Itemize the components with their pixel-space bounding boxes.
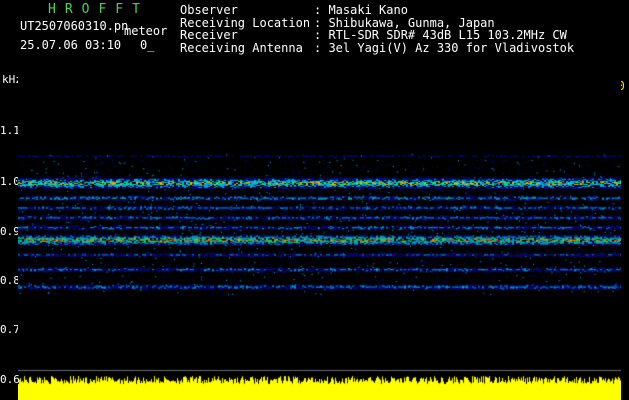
- frequency-label: 0.7: [0, 323, 20, 336]
- amplitude-trace: [18, 373, 621, 400]
- info-value: : RTL-SDR SDR# 43dB L15 103.2MHz CW: [314, 28, 567, 42]
- info-key: Observer: [180, 3, 238, 17]
- meteor-count: 0_: [140, 38, 155, 52]
- spectrogram-canvas: [18, 74, 621, 374]
- frequency-label: 0.9: [0, 225, 20, 238]
- info-key: Receiving Antenna: [180, 40, 303, 55]
- meteor-label: meteor: [124, 24, 168, 38]
- info-row-receiver: Receiver : RTL-SDR SDR# 43dB L15 103.2MHz…: [180, 29, 574, 42]
- info-row-antenna: Receiving Antenna : 3el Yagi(V) Az 330 fo…: [180, 40, 575, 55]
- info-value: : 3el Yagi(V) Az 330 for Vladivostok: [314, 40, 575, 55]
- frequency-label: 0.6: [0, 373, 20, 386]
- frequency-label: 1.1: [0, 124, 20, 137]
- info-key: Receiver: [180, 28, 238, 42]
- station-info: Observer: Masaki Kano Receiving Location…: [180, 4, 574, 54]
- info-value: : Masaki Kano: [314, 3, 408, 17]
- frequency-label: 0.8: [0, 274, 20, 287]
- capture-datetime: 25.07.06 03:10: [20, 38, 122, 52]
- frequency-label: 1.0: [0, 175, 20, 188]
- file-name: UT2507060310.pn: [20, 19, 129, 33]
- info-row-observer: Observer : Masaki Kano: [180, 4, 574, 17]
- app-brand: HROFFT: [48, 2, 149, 17]
- header-panel: HROFFT UT2507060310.pn meteor 25.07.06 0…: [0, 0, 629, 72]
